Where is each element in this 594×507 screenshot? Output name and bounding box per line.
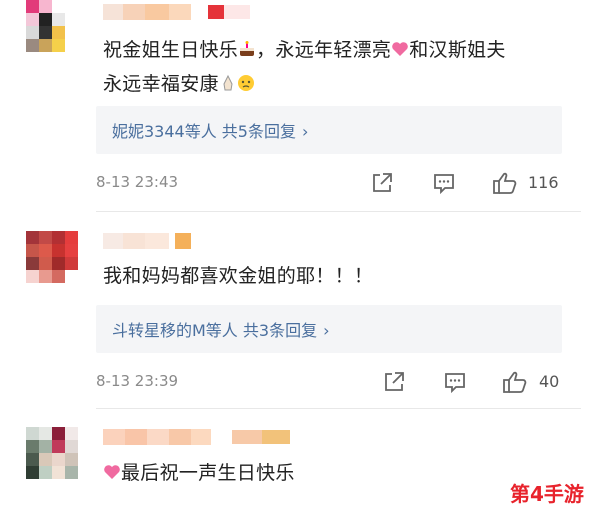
timestamp: 8-13 23:43 (96, 173, 179, 191)
cake-emoji-icon (238, 35, 256, 56)
member-badge (208, 5, 250, 19)
member-badge (232, 430, 290, 444)
heart-emoji-icon (103, 458, 121, 479)
share-icon[interactable] (370, 171, 396, 195)
avatar[interactable] (26, 231, 78, 283)
like-count: 40 (539, 372, 560, 391)
comment-text: 祝金姐生日快乐 ，永远年轻漂亮 和汉斯姐夫 (103, 33, 506, 67)
tearful-face-emoji-icon (237, 69, 255, 91)
divider (96, 408, 581, 409)
comment-icon[interactable] (443, 370, 469, 394)
comment-icon[interactable] (432, 171, 458, 195)
reply-summary-box[interactable]: 斗转星移的M等人 共3条回复 › (96, 305, 562, 353)
chevron-right-icon: › (302, 122, 309, 141)
reply-summary-box[interactable]: 妮妮3344等人 共5条回复 › (96, 106, 562, 154)
username-blurred[interactable] (103, 233, 191, 249)
reply-summary-link[interactable]: 斗转星移的M等人 共3条回复 › (112, 317, 329, 341)
thumbs-up-icon[interactable] (502, 370, 528, 394)
reply-summary-link[interactable]: 妮妮3344等人 共5条回复 › (112, 118, 308, 142)
comment-meta: 8-13 23:43 116 (96, 171, 562, 195)
heart-emoji-icon (391, 35, 409, 56)
pray-emoji-icon (219, 69, 237, 91)
comment-text: 我和妈妈都喜欢金姐的耶！！！ (103, 265, 374, 287)
avatar[interactable] (26, 427, 78, 479)
comment-meta: 8-13 23:39 40 (96, 370, 562, 394)
like-count: 116 (528, 173, 559, 192)
username-blurred[interactable] (103, 429, 211, 445)
comment-text-line2: 永远幸福安康 (103, 67, 255, 101)
avatar[interactable] (26, 0, 78, 52)
share-icon[interactable] (382, 370, 408, 394)
thumbs-up-icon[interactable] (492, 171, 518, 195)
divider (96, 211, 581, 212)
watermark-logo: 第4手游 (510, 482, 584, 506)
chevron-right-icon: › (323, 321, 330, 340)
timestamp: 8-13 23:39 (96, 372, 179, 390)
username-blurred[interactable] (103, 4, 191, 20)
comment-text: 最后祝一声生日快乐 (103, 456, 295, 490)
